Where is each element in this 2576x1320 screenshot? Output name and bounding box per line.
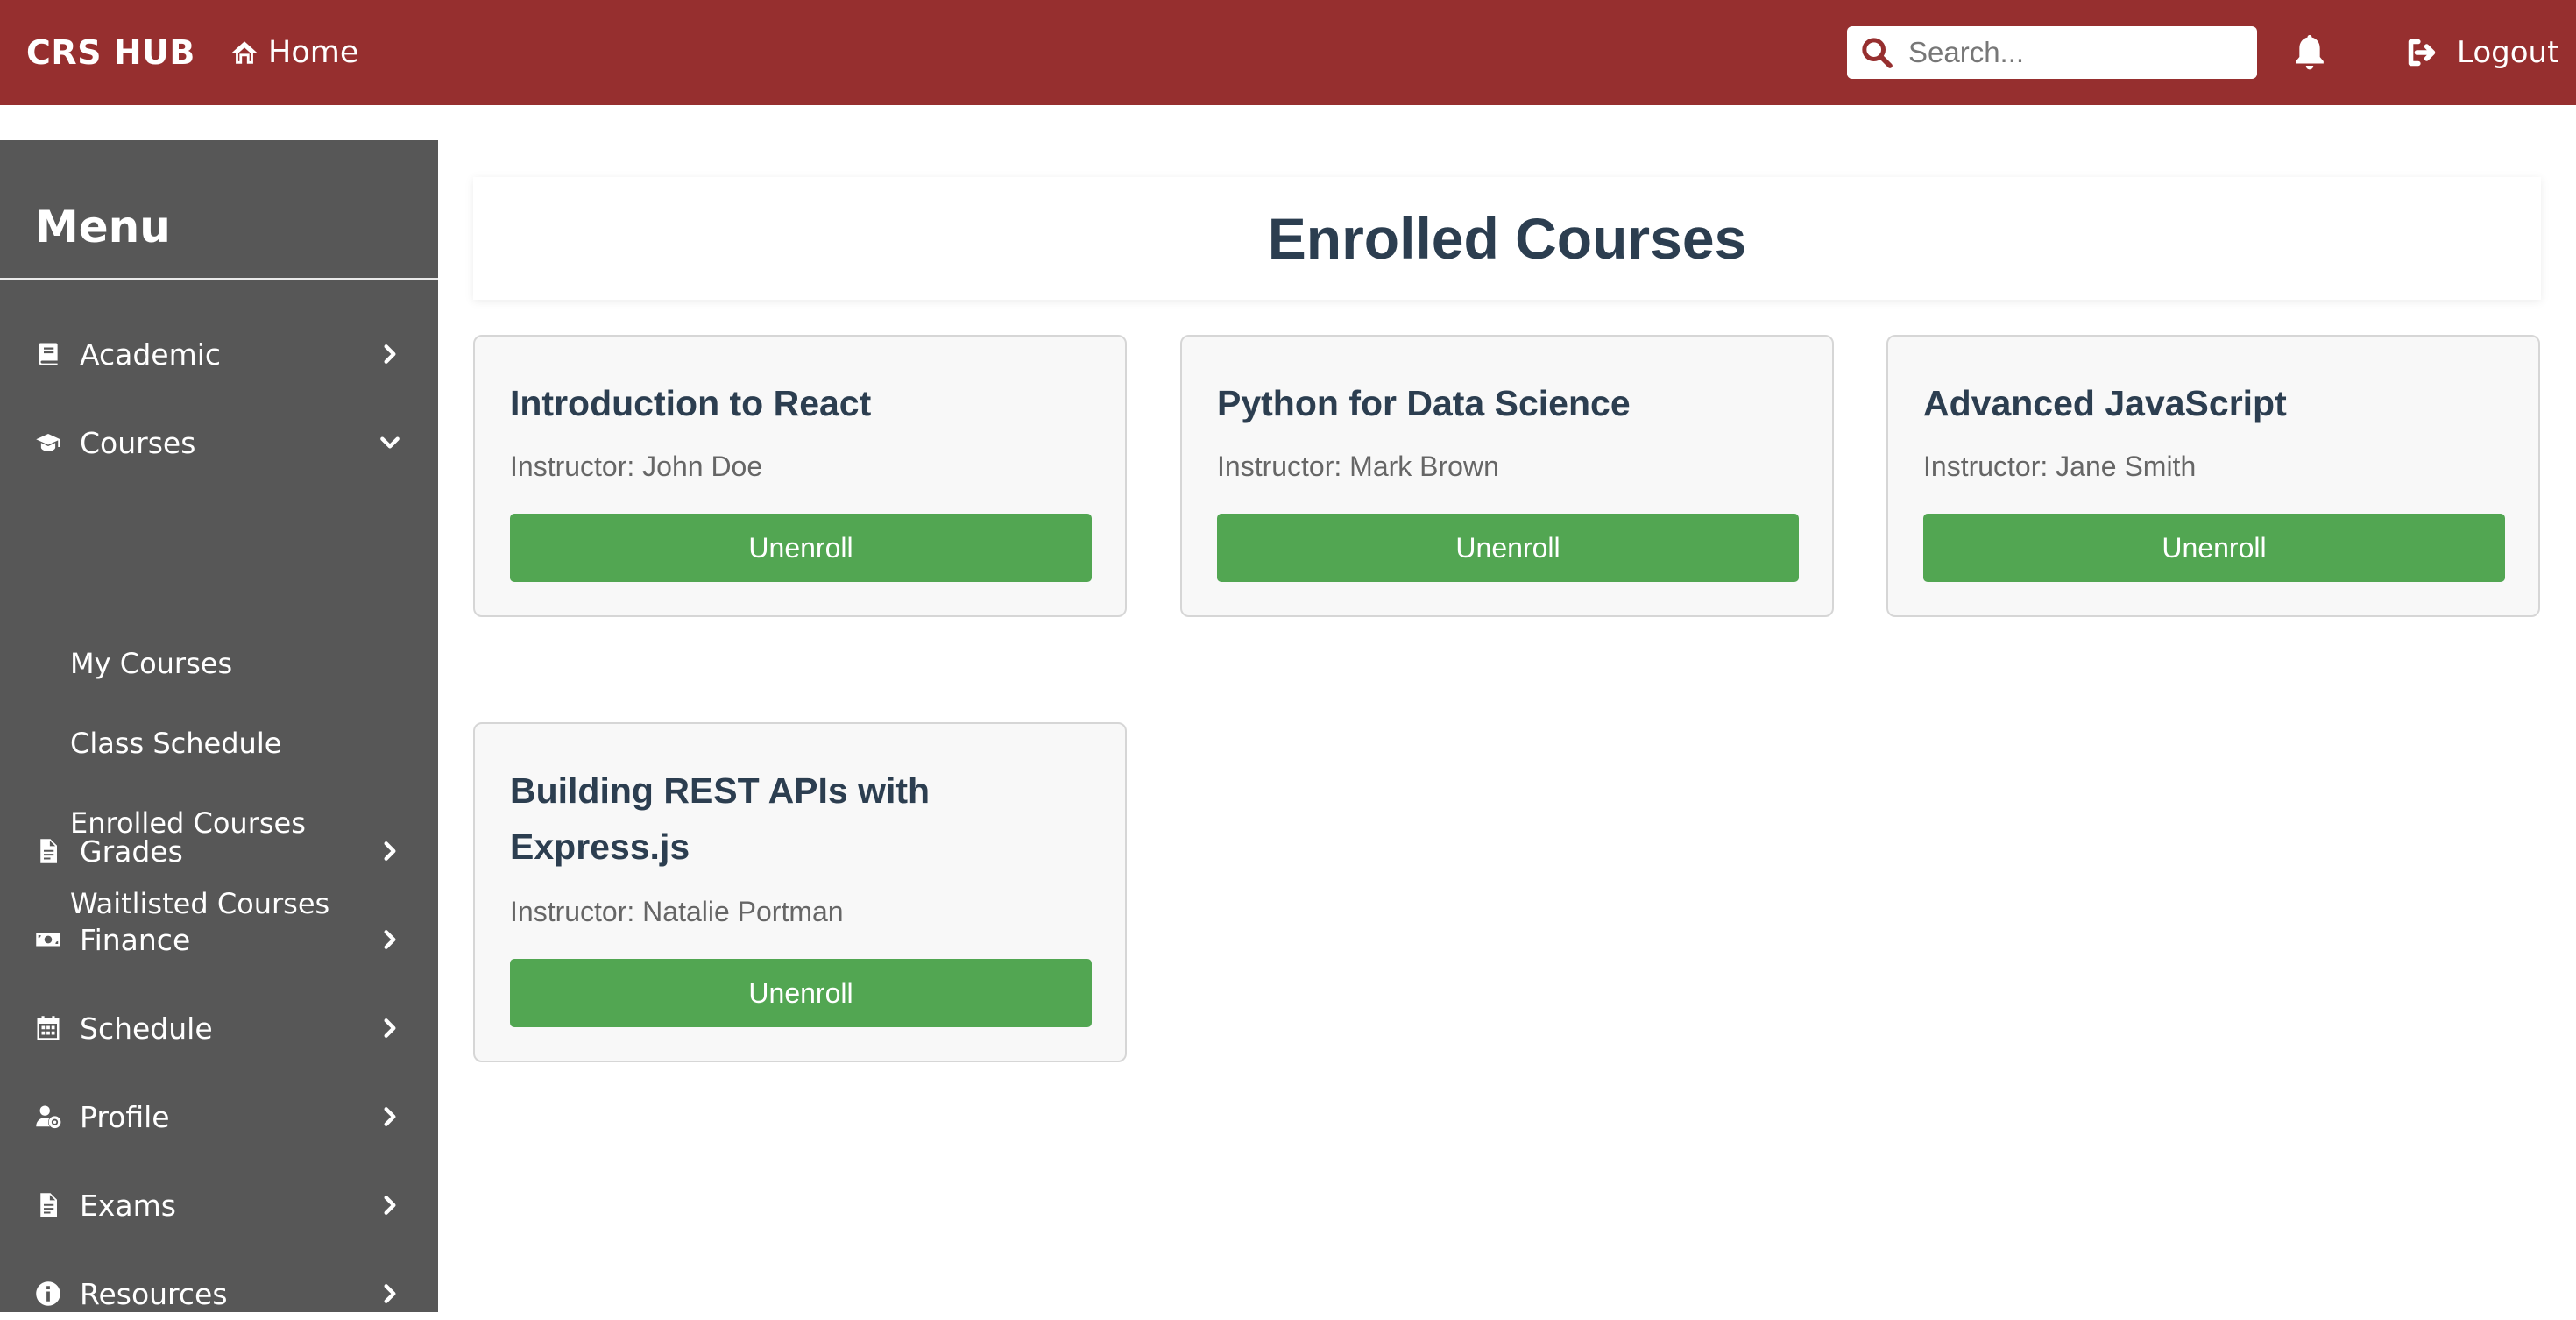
unenroll-button[interactable]: Unenroll <box>510 514 1092 582</box>
course-instructor: Instructor: Mark Brown <box>1217 451 1499 482</box>
sidebar-item-grades[interactable]: Grades <box>0 825 438 877</box>
sidebar-item-schedule[interactable]: Schedule <box>0 1002 438 1054</box>
course-instructor: Instructor: John Doe <box>510 451 763 482</box>
info-icon <box>36 1281 60 1306</box>
sidebar-item-profile[interactable]: Profile <box>0 1090 438 1143</box>
notifications-button[interactable] <box>2292 33 2327 72</box>
sidebar-item-label: Schedule <box>80 1011 213 1046</box>
bell-icon <box>2296 35 2324 70</box>
course-card: Python for Data Science Instructor: Mark… <box>1180 335 1834 617</box>
chevron-down-icon <box>380 436 400 449</box>
course-title: Introduction to React <box>510 383 872 423</box>
menu-title: Menu <box>35 202 171 252</box>
chevron-right-icon <box>384 344 396 364</box>
course-instructor: Instructor: Jane Smith <box>1923 451 2197 482</box>
page-header: Enrolled Courses <box>473 177 2541 300</box>
unenroll-button[interactable]: Unenroll <box>510 959 1092 1027</box>
chevron-right-icon <box>384 930 396 949</box>
home-icon <box>231 41 258 64</box>
search-input[interactable] <box>1908 28 2241 77</box>
sidebar-item-label: Grades <box>80 834 183 869</box>
search-icon <box>1862 38 1893 68</box>
user-gear-icon <box>36 1105 61 1129</box>
course-card: Building REST APIs with Express.js Instr… <box>473 722 1127 1062</box>
top-navbar: CRS HUB Home Logout <box>0 0 2576 105</box>
unenroll-button[interactable]: Unenroll <box>1923 514 2505 582</box>
sidebar-item-finance[interactable]: Finance <box>0 913 438 966</box>
sidebar-item-label: Finance <box>80 922 191 957</box>
chevron-right-icon <box>384 1107 396 1126</box>
brand-logo[interactable]: CRS HUB <box>26 0 195 105</box>
calendar-icon <box>37 1016 60 1040</box>
logout-button[interactable]: Logout <box>2406 0 2558 105</box>
search-box[interactable] <box>1847 26 2257 79</box>
unenroll-button[interactable]: Unenroll <box>1217 514 1799 582</box>
sidebar-subitem-my-courses[interactable]: My Courses <box>70 642 232 685</box>
menu-divider <box>0 278 438 280</box>
graduation-cap-icon <box>36 434 60 451</box>
sidebar-item-label: Courses <box>80 425 196 460</box>
chevron-right-icon <box>384 1196 396 1215</box>
chevron-right-icon <box>384 1018 396 1038</box>
document-icon <box>40 839 57 863</box>
book-icon <box>39 343 58 365</box>
chevron-right-icon <box>384 841 396 861</box>
course-title: Advanced JavaScript <box>1923 383 2287 423</box>
sidebar-item-label: Profile <box>80 1099 170 1134</box>
sidebar-item-exams[interactable]: Exams <box>0 1179 438 1231</box>
sidebar-item-label: Academic <box>80 337 222 372</box>
course-title: Building REST APIs with Express.js <box>510 770 931 867</box>
logout-icon <box>2408 39 2436 67</box>
chevron-right-icon <box>384 1284 396 1303</box>
course-card: Advanced JavaScript Instructor: Jane Smi… <box>1886 335 2540 617</box>
logout-label: Logout <box>2457 35 2559 70</box>
sidebar-item-label: Exams <box>80 1188 176 1223</box>
sidebar: Menu Academic Courses My Courses Class S… <box>0 140 438 1312</box>
course-card: Introduction to React Instructor: John D… <box>473 335 1127 617</box>
home-label: Home <box>268 35 359 70</box>
page-title: Enrolled Courses <box>1267 206 1747 271</box>
home-link[interactable]: Home <box>230 0 358 105</box>
sidebar-item-label: Resources <box>80 1276 228 1311</box>
sidebar-subitem-class-schedule[interactable]: Class Schedule <box>70 721 281 765</box>
course-title: Python for Data Science <box>1217 383 1631 423</box>
sidebar-item-academic[interactable]: Academic <box>0 328 438 380</box>
sidebar-item-resources[interactable]: Resources <box>0 1267 438 1320</box>
document-icon <box>40 1193 57 1217</box>
sidebar-item-courses[interactable]: Courses <box>0 416 438 469</box>
course-instructor: Instructor: Natalie Portman <box>510 896 844 927</box>
money-icon <box>36 933 60 947</box>
